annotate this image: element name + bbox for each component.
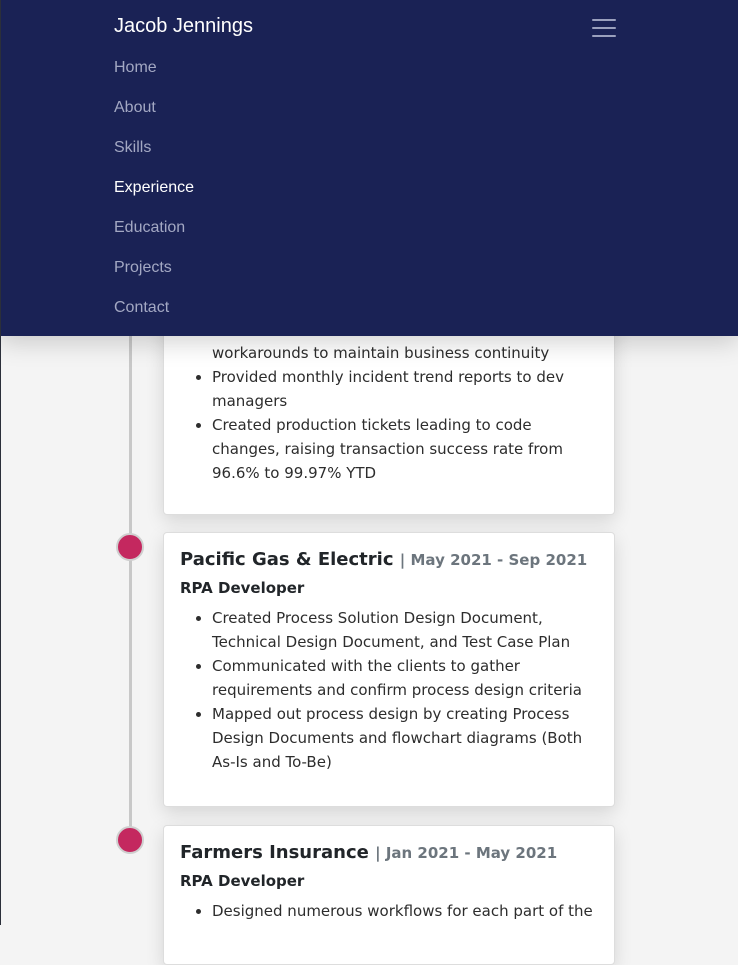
timeline-dot <box>116 826 144 854</box>
bullet-list: Created Process Solution Design Document… <box>180 606 598 774</box>
nav-link-projects[interactable]: Projects <box>114 258 172 278</box>
bullet-item: Created Process Solution Design Document… <box>212 606 598 654</box>
experience-card: Farmers Insurance | Jan 2021 - May 2021 … <box>163 825 615 965</box>
bullet-item: Communicated with the clients to gather … <box>212 654 598 702</box>
hamburger-menu-icon[interactable] <box>589 14 619 42</box>
nav-menu: Home About Skills Experience Education P… <box>114 57 194 337</box>
company-name: Farmers Insurance <box>180 842 369 863</box>
job-dates: | Jan 2021 - May 2021 <box>375 844 558 862</box>
nav-link-experience[interactable]: Experience <box>114 178 194 198</box>
job-heading: Farmers Insurance | Jan 2021 - May 2021 <box>180 840 598 866</box>
experience-card-previous: workarounds to maintain business continu… <box>163 310 615 515</box>
timeline-line <box>129 330 132 840</box>
nav-link-about[interactable]: About <box>114 98 156 118</box>
bullet-item: Provided monthly incident trend reports … <box>212 365 598 413</box>
job-role: RPA Developer <box>180 872 305 890</box>
bullet-item: workarounds to maintain business continu… <box>212 344 550 362</box>
navbar: Jacob Jennings Home About Skills Experie… <box>0 0 738 336</box>
window-edge <box>0 0 1 925</box>
bullet-list: workarounds to maintain business continu… <box>180 341 598 485</box>
nav-link-home[interactable]: Home <box>114 58 157 78</box>
nav-link-education[interactable]: Education <box>114 218 185 238</box>
bullet-list: Designed numerous workflows for each par… <box>180 899 598 923</box>
job-role: RPA Developer <box>180 579 305 597</box>
nav-link-skills[interactable]: Skills <box>114 138 151 158</box>
job-dates: | May 2021 - Sep 2021 <box>399 551 588 569</box>
bullet-item: Mapped out process design by creating Pr… <box>212 702 598 774</box>
timeline-dot <box>116 533 144 561</box>
bullet-item: Designed numerous workflows for each par… <box>212 899 598 923</box>
job-heading: Pacific Gas & Electric | May 2021 - Sep … <box>180 547 598 573</box>
bullet-item: Created production tickets leading to co… <box>212 413 598 485</box>
nav-link-contact[interactable]: Contact <box>114 298 169 318</box>
experience-card: Pacific Gas & Electric | May 2021 - Sep … <box>163 532 615 807</box>
brand-link[interactable]: Jacob Jennings <box>114 15 253 38</box>
company-name: Pacific Gas & Electric <box>180 549 394 570</box>
